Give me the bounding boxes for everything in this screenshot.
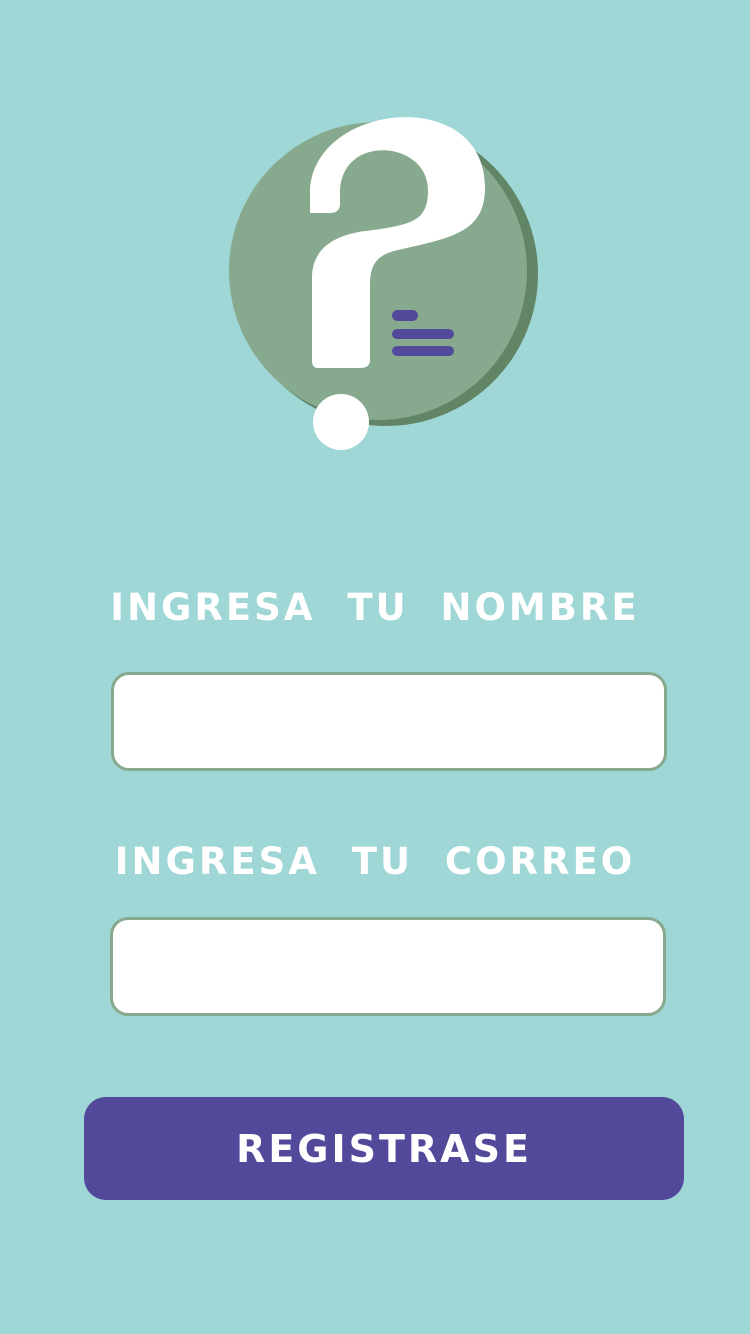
question-mark-logo (220, 88, 550, 458)
name-input[interactable] (111, 672, 667, 771)
name-label: INGRESA TU NOMBRE (110, 586, 640, 629)
email-input[interactable] (110, 917, 666, 1016)
email-label: INGRESA TU CORREO (114, 840, 636, 883)
question-mark-circle-icon (229, 117, 538, 450)
register-button[interactable]: REGISTRASE (84, 1097, 684, 1200)
